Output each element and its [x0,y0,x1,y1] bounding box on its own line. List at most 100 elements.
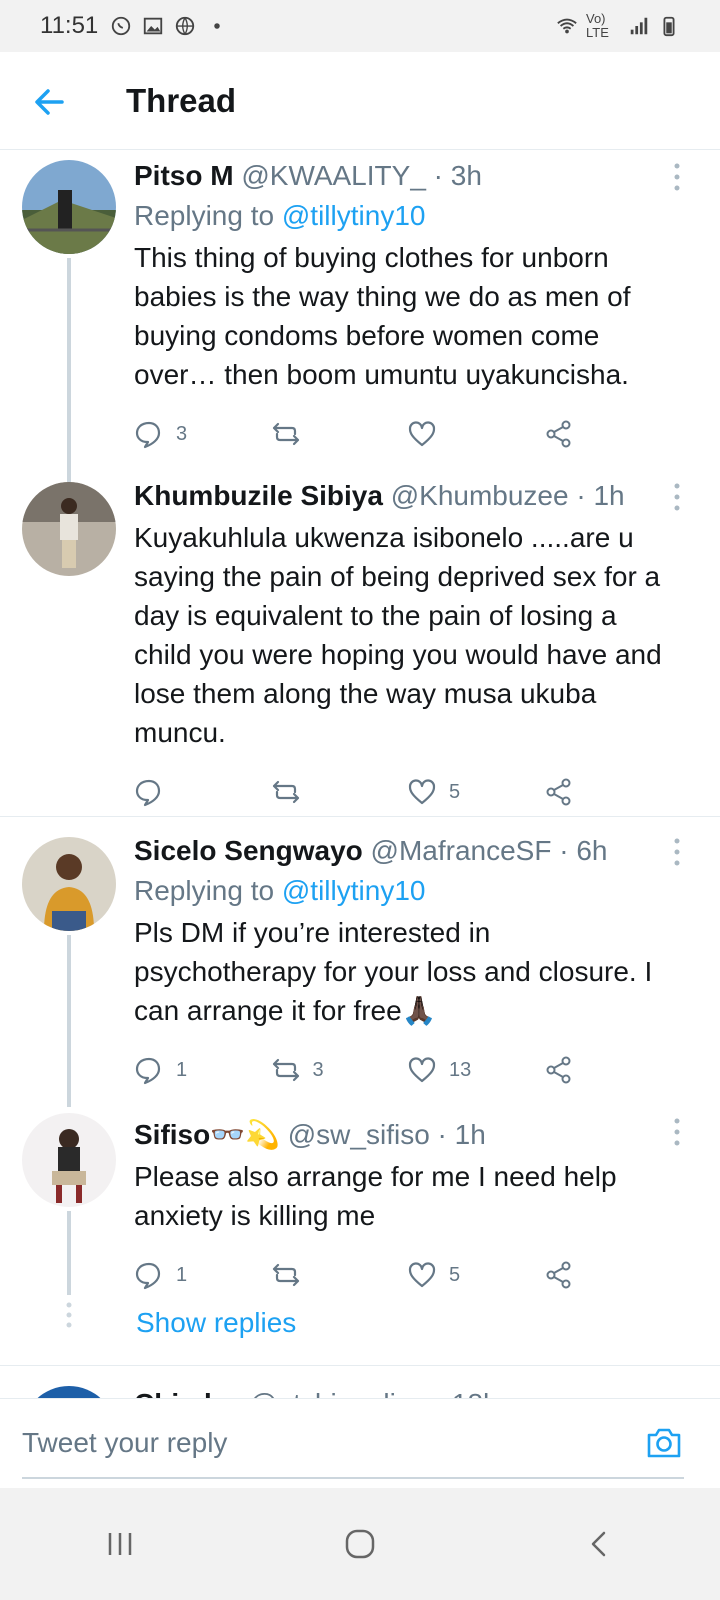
retweet-count: 3 [312,1058,324,1081]
replying-prefix: Replying to [134,200,275,231]
recent-apps-button[interactable] [100,1524,140,1564]
heart-icon [408,779,436,805]
camera-icon[interactable] [644,1423,684,1463]
app-header: Thread [0,52,720,150]
share-button[interactable] [544,1055,681,1085]
like-button[interactable]: 13 [407,1055,544,1085]
thread-feed[interactable]: Pitso M @KWAALITY_ · 3h Replying to @til… [0,150,720,1426]
thread-line [67,258,71,484]
retweet-button[interactable] [271,1260,408,1290]
more-options-icon[interactable] [672,1117,682,1147]
author-name[interactable]: Sicelo Sengwayo [134,835,363,866]
page-title: Thread [126,82,237,119]
reply-bar: Tweet your reply [0,1398,720,1488]
retweet-icon [272,780,299,804]
reply-count: 1 [176,1263,188,1286]
tweet-time: · 3h [433,160,482,191]
avatar[interactable] [22,482,116,576]
dot-icon [214,23,221,29]
status-bar: 11:51 Vo) LTE [0,0,720,52]
tweet-meta: Sicelo Sengwayo @MafranceSF · 6h [134,831,680,871]
share-button[interactable] [544,777,681,807]
share-button[interactable] [544,419,681,449]
show-replies-label: Show replies [136,1307,297,1338]
more-options-icon[interactable] [672,482,682,512]
reply-count: 1 [176,1058,188,1081]
avatar[interactable] [22,160,116,254]
replying-handle[interactable]: @tillytiny10 [282,200,426,231]
tweet-time: · 6h [559,835,608,866]
retweet-button[interactable] [271,777,408,807]
home-button[interactable] [340,1524,380,1564]
retweet-icon [272,1263,299,1287]
reply-input[interactable]: Tweet your reply [22,1427,227,1459]
avatar[interactable] [22,837,116,931]
avatar[interactable] [22,1113,116,1207]
tweet-actions: 3 [134,404,680,464]
like-count: 13 [449,1058,472,1081]
back-button[interactable] [580,1524,620,1564]
author-handle[interactable]: @MafranceSF [371,835,552,866]
wifi-icon [557,18,577,34]
tweet-text: Kuyakuhlula ukwenza isibonelo .....are u… [134,522,662,748]
gallery-icon [144,17,163,35]
thread-line [67,935,71,1107]
share-icon [546,1261,570,1289]
reply-button[interactable]: 1 [134,1260,271,1290]
like-button[interactable]: 5 [407,777,544,807]
more-options-icon[interactable] [672,837,682,867]
heart-icon [408,1262,436,1288]
back-icon [591,1531,606,1557]
arrow-left-icon[interactable] [30,82,70,122]
thread-line [67,1211,71,1295]
tweet-meta: Sifiso👓💫 @sw_sifiso · 1h [134,1115,680,1155]
reply-button[interactable] [134,777,271,807]
tweet[interactable]: Sifiso👓💫 @sw_sifiso · 1h Please also arr… [0,1107,720,1295]
tweet-actions: 1 3 13 [134,1040,680,1100]
tweet-time: · 1h [576,480,625,511]
tweet[interactable]: Pitso M @KWAALITY_ · 3h Replying to @til… [0,150,720,484]
author-name[interactable]: Sifiso👓💫 [134,1119,280,1150]
whatsapp-icon [112,16,131,36]
share-button[interactable] [544,1260,681,1290]
home-icon [345,1529,375,1559]
signal-icon [630,17,648,35]
tweet-actions: 5 [134,762,680,822]
like-count: 5 [449,780,461,803]
reply-underline [22,1477,684,1479]
author-handle[interactable]: @sw_sifiso [288,1119,430,1150]
reply-button[interactable]: 1 [134,1055,271,1085]
battery-icon [663,16,675,37]
author-handle[interactable]: @KWAALITY_ [241,160,426,191]
reply-icon [135,1057,161,1085]
tweet-text: Please also arrange for me I need help a… [134,1161,617,1231]
retweet-button[interactable]: 3 [271,1055,408,1085]
like-button[interactable] [407,419,544,449]
reply-count: 3 [176,422,188,445]
author-name[interactable]: Pitso M [134,160,234,191]
reply-icon [135,779,161,807]
reply-icon [135,421,161,449]
globe-icon [176,16,195,36]
more-options-icon[interactable] [672,162,682,192]
thread-dots [66,1302,72,1328]
share-icon [546,778,570,806]
tweet-time: · 1h [437,1119,486,1150]
tweet[interactable]: Sicelo Sengwayo @MafranceSF · 6h Replyin… [0,817,720,1107]
retweet-button[interactable] [271,419,408,449]
heart-icon [408,421,436,447]
status-time: 11:51 [40,12,99,39]
author-name[interactable]: Khumbuzile Sibiya [134,480,383,511]
system-nav-bar [0,1488,720,1600]
retweet-icon [272,1058,299,1082]
retweet-icon [272,422,299,446]
tweet-text: Pls DM if you’re interested in psychothe… [134,917,653,1026]
show-replies-link[interactable]: Show replies [0,1295,720,1351]
like-count: 5 [449,1263,461,1286]
replying-handle[interactable]: @tillytiny10 [282,875,426,906]
reply-button[interactable]: 3 [134,419,271,449]
like-button[interactable]: 5 [407,1260,544,1290]
author-handle[interactable]: @Khumbuzee [391,480,569,511]
replying-prefix: Replying to [134,875,275,906]
tweet[interactable]: Khumbuzile Sibiya @Khumbuzee · 1h Kuyaku… [0,468,720,816]
